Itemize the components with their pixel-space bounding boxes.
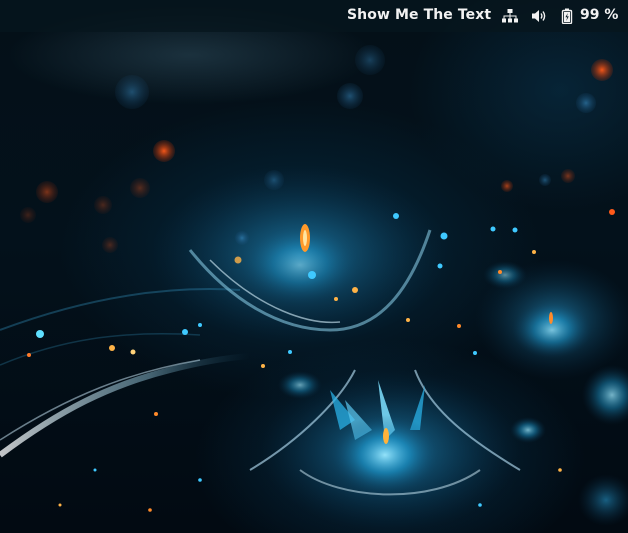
battery-percentage[interactable]: 99 %	[580, 7, 618, 23]
volume-icon[interactable]	[530, 8, 548, 24]
top-panel: Show Me The Text 99 %	[0, 0, 628, 32]
fractal-flower-wallpaper	[0, 45, 628, 530]
battery-charging-icon[interactable]	[559, 8, 577, 25]
active-app-menu[interactable]: Show Me The Text	[347, 7, 491, 23]
network-wired-icon[interactable]	[501, 8, 519, 24]
desktop: Show Me The Text 99 %	[0, 0, 628, 533]
